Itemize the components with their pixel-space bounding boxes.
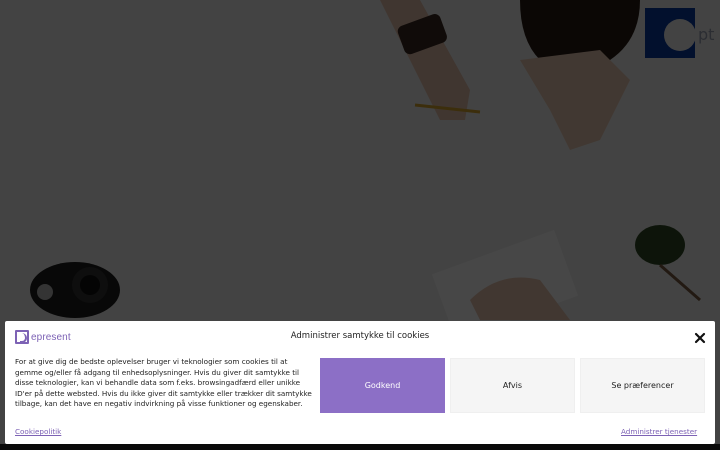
cookie-policy-link[interactable]: Cookiepolitik [15, 427, 61, 436]
cookie-banner-title: Administrer samtykke til cookies [290, 331, 430, 341]
cookie-banner-message: For at give dig de bedste oplevelser bru… [15, 357, 312, 409]
close-button[interactable] [693, 330, 707, 344]
bottom-strip [0, 444, 720, 450]
accept-button[interactable]: Godkend [320, 358, 445, 413]
preferences-button[interactable]: Se præferencer [580, 358, 705, 413]
close-icon [694, 332, 706, 344]
cookie-consent-banner: epresent Administrer samtykke til cookie… [5, 321, 715, 444]
manage-services-link[interactable]: Administrer tjenester [621, 427, 697, 436]
deny-button[interactable]: Afvis [450, 358, 575, 413]
